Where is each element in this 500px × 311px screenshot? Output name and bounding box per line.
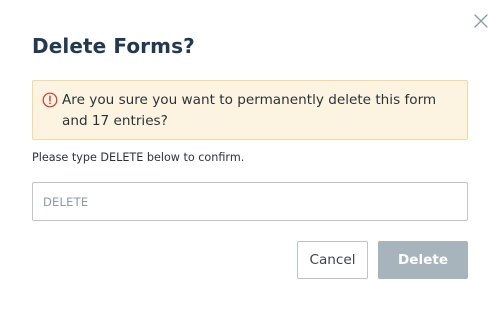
delete-confirm-input[interactable]: [32, 182, 468, 221]
close-button[interactable]: [471, 11, 491, 31]
cancel-button[interactable]: Cancel: [297, 241, 368, 279]
alert-circle-icon: [42, 92, 58, 108]
dialog-title: Delete Forms?: [32, 34, 195, 58]
close-icon: [474, 14, 488, 28]
confirm-instruction: Please type DELETE below to confirm.: [32, 151, 245, 164]
warning-text: Are you sure you want to permanently del…: [62, 92, 437, 129]
delete-button[interactable]: Delete: [378, 241, 468, 279]
warning-notice: Are you sure you want to permanently del…: [32, 80, 468, 140]
delete-forms-dialog: Delete Forms? Are you sure you want to p…: [0, 0, 500, 311]
